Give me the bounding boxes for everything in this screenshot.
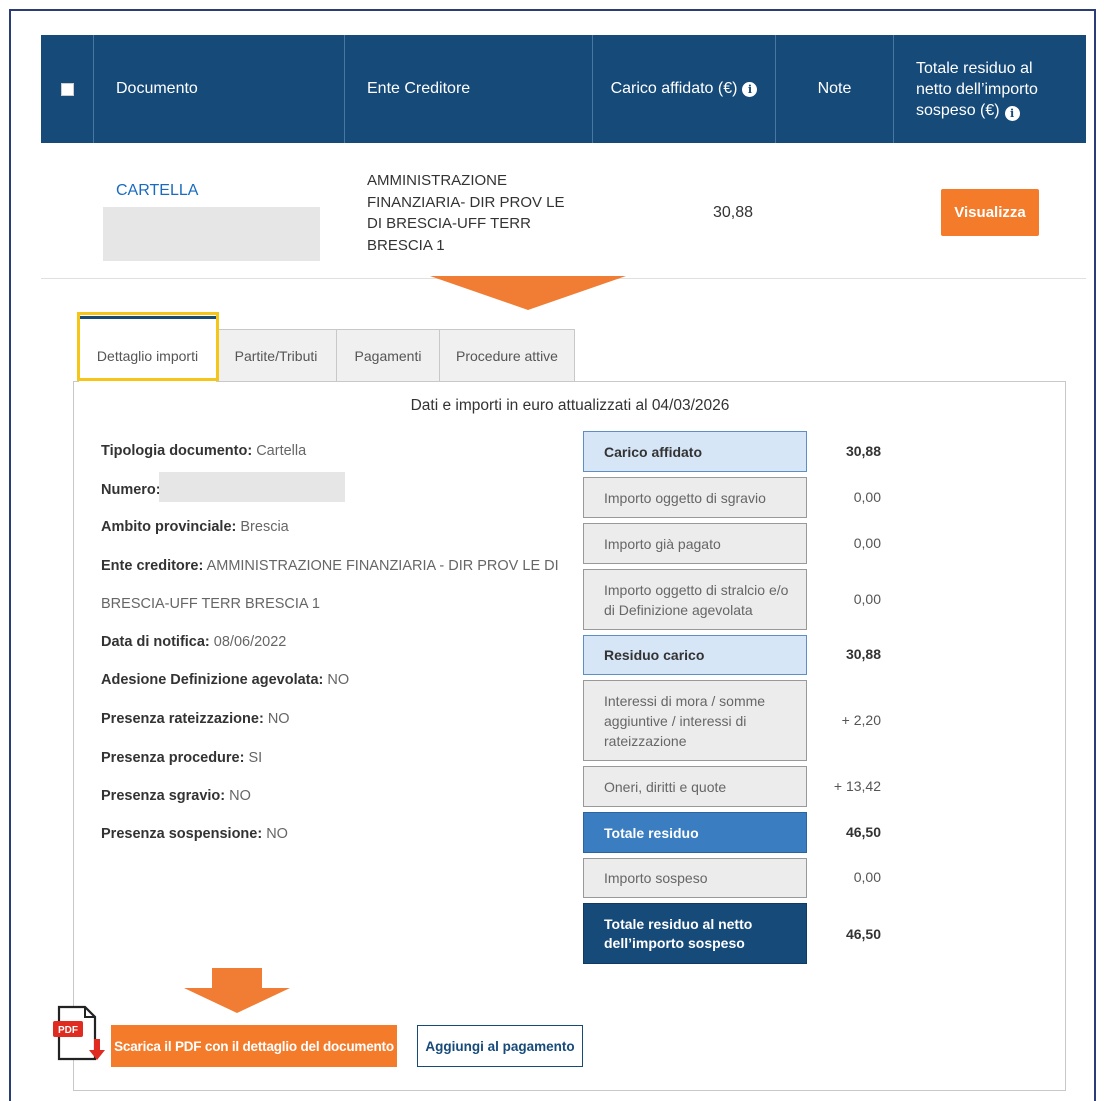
field-value: Cartella	[256, 443, 307, 459]
field-value: NO	[229, 788, 251, 804]
field-label: Data di notifica:	[101, 634, 210, 650]
pdf-download-icon[interactable]: PDF	[53, 1003, 111, 1063]
header-totale-residuo[interactable]: Totale residuo al netto dell’importo sos…	[894, 35, 1086, 143]
amount-value-pagato: 0,00	[853, 535, 881, 551]
amount-label-sospeso: Importo sospeso	[583, 858, 807, 898]
down-arrow-icon	[430, 276, 626, 310]
field-label: Presenza rateizzazione:	[101, 711, 264, 727]
field-label: Ente creditore:	[101, 558, 204, 574]
document-link[interactable]: CARTELLA	[116, 182, 198, 200]
download-pdf-button[interactable]: Scarica il PDF con il dettaglio del docu…	[111, 1025, 397, 1067]
row-carico-affidato: 30,88	[713, 204, 754, 221]
select-all-checkbox[interactable]	[60, 82, 74, 96]
field-label: Presenza sospensione:	[101, 826, 263, 842]
visualizza-button[interactable]: Visualizza	[941, 189, 1039, 236]
amount-value-totale-netto: 46,50	[845, 926, 881, 942]
field-ambito: Ambito provinciale: Brescia	[101, 519, 289, 535]
ente-line: FINANZIARIA- DIR PROV LE	[367, 193, 565, 211]
tab-highlight-frame	[77, 312, 219, 381]
header-carico-affidato[interactable]: Carico affidato (€) i	[593, 35, 776, 143]
amount-label-carico: Carico affidato	[583, 431, 807, 472]
header-totale-line: netto dell’importo	[916, 80, 1038, 98]
field-ente: Ente creditore: AMMINISTRAZIONE FINANZIA…	[101, 558, 559, 574]
header-note: Note	[776, 35, 894, 143]
redacted-document-number	[103, 207, 320, 261]
info-icon[interactable]: i	[1004, 105, 1020, 121]
field-label: Presenza procedure:	[101, 750, 245, 766]
field-value: NO	[267, 711, 290, 727]
amount-value-carico: 30,88	[845, 443, 881, 459]
amount-label-sgravio: Importo oggetto di sgravio	[583, 477, 807, 518]
add-to-payment-button[interactable]: Aggiungi al pagamento	[417, 1025, 583, 1067]
header-carico-label: Carico affidato (€)	[610, 80, 738, 97]
field-sgravio: Presenza sgravio: NO	[101, 788, 251, 804]
amount-label-totale-netto: Totale residuo al netto dell’importo sos…	[583, 903, 807, 964]
row-ente-creditore: AMMINISTRAZIONE FINANZIARIA- DIR PROV LE…	[367, 170, 587, 256]
header-documento[interactable]: Documento	[94, 35, 345, 143]
amount-label-oneri: Oneri, diritti e quote	[583, 766, 807, 807]
amount-label-interessi: Interessi di mora / somme aggiuntive / i…	[583, 680, 807, 761]
amount-value-totale-residuo: 46,50	[845, 824, 881, 840]
amount-label-totale-residuo: Totale residuo	[583, 812, 807, 853]
field-value: AMMINISTRAZIONE FINANZIARIA - DIR PROV L…	[206, 558, 559, 574]
field-value: 08/06/2022	[213, 634, 287, 650]
field-data-notifica: Data di notifica: 08/06/2022	[101, 634, 286, 650]
info-icon[interactable]: i	[742, 81, 758, 97]
amount-label-pagato: Importo già pagato	[583, 523, 807, 564]
tab-partite-tributi[interactable]: Partite/Tributi	[216, 329, 337, 382]
ente-line: BRESCIA 1	[367, 236, 445, 254]
field-procedure: Presenza procedure: SI	[101, 750, 262, 766]
down-arrow-icon	[184, 968, 290, 1013]
field-value: BRESCIA-UFF TERR BRESCIA 1	[101, 596, 320, 612]
header-totale-line: sospeso (€)	[916, 101, 1000, 119]
header-select-all-cell	[41, 35, 94, 143]
field-label: Presenza sgravio:	[101, 788, 226, 804]
field-label: Numero:	[101, 482, 161, 498]
header-totale-line: Totale residuo al	[916, 59, 1033, 77]
field-label: Ambito provinciale:	[101, 519, 237, 535]
amount-value-sospeso: 0,00	[853, 869, 881, 885]
tab-procedure-attive[interactable]: Procedure attive	[440, 329, 575, 382]
field-label: Adesione Definizione agevolata:	[101, 672, 324, 688]
amount-value-interessi: + 2,20	[841, 712, 881, 728]
redacted-numero	[159, 472, 345, 502]
field-value: Brescia	[240, 519, 289, 535]
tab-pagamenti[interactable]: Pagamenti	[337, 329, 440, 382]
table-header: Documento Ente Creditore Carico affidato…	[41, 35, 1086, 143]
amount-value-stralcio: 0,00	[853, 591, 881, 607]
amount-label-residuo-carico: Residuo carico	[583, 635, 807, 675]
field-value: NO	[266, 826, 288, 842]
ente-line: AMMINISTRAZIONE	[367, 172, 508, 189]
field-value: NO	[327, 672, 350, 688]
ente-line: DI BRESCIA-UFF TERR	[367, 215, 531, 232]
detail-title: Dati e importi in euro attualizzati al 0…	[410, 397, 730, 414]
field-sospensione: Presenza sospensione: NO	[101, 826, 288, 842]
amount-label-stralcio: Importo oggetto di stralcio e/o di Defin…	[583, 569, 807, 630]
field-rateizzazione: Presenza rateizzazione: NO	[101, 711, 290, 727]
field-value: SI	[248, 750, 263, 766]
field-numero: Numero:	[101, 482, 161, 498]
amount-value-residuo-carico: 30,88	[845, 646, 881, 662]
pdf-badge-text: PDF	[58, 1025, 78, 1036]
field-label: Tipologia documento:	[101, 443, 253, 459]
field-tipologia: Tipologia documento: Cartella	[101, 443, 306, 459]
amount-value-oneri: + 13,42	[833, 778, 881, 794]
field-ente-cont: BRESCIA-UFF TERR BRESCIA 1	[101, 596, 320, 612]
header-ente-creditore[interactable]: Ente Creditore	[345, 35, 593, 143]
amount-value-sgravio: 0,00	[853, 489, 881, 505]
field-adesione: Adesione Definizione agevolata: NO	[101, 672, 349, 688]
